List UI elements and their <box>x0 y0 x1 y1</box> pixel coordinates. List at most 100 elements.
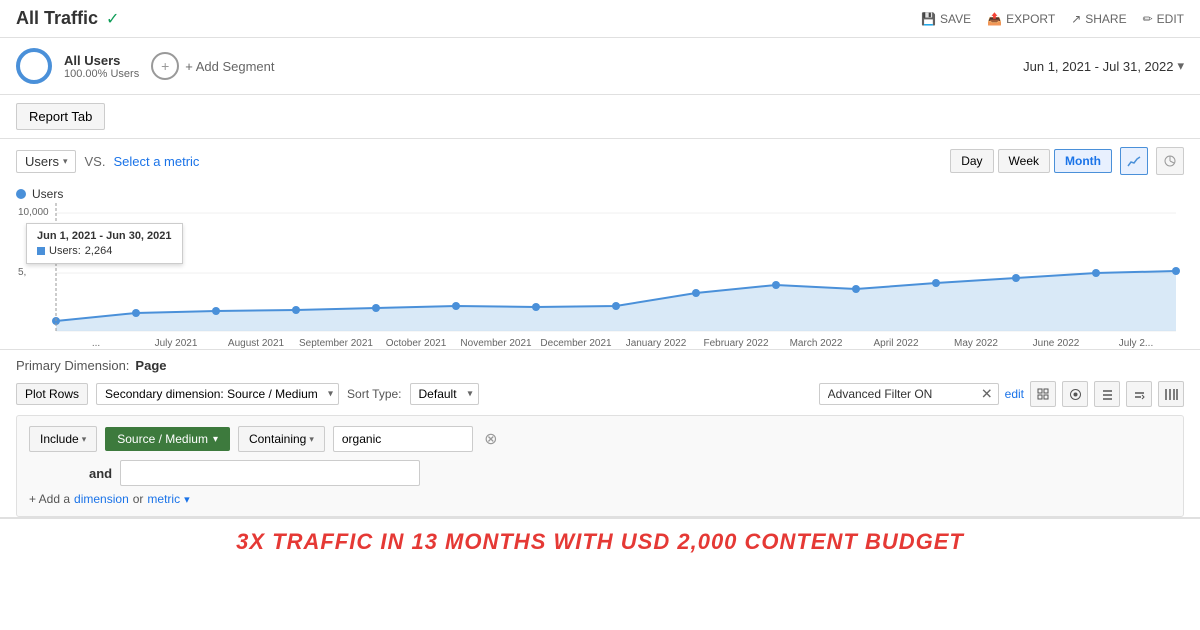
chart-container: Jun 1, 2021 - Jun 30, 2021 Users: 2,264 … <box>16 203 1184 349</box>
tooltip-item: Users: 2,264 <box>37 245 172 257</box>
x-label-0: ... <box>56 338 136 349</box>
filter-area: ✕ edit <box>819 381 1184 407</box>
filter-value-input[interactable] <box>333 426 473 452</box>
sort-select-wrapper: Default <box>410 383 479 405</box>
line-chart-icon <box>1127 154 1141 168</box>
legend-dot <box>16 189 26 199</box>
select-metric-link[interactable]: Select a metric <box>113 154 199 169</box>
table-view-sort-button[interactable] <box>1126 381 1152 407</box>
filter-remove-button[interactable]: ⊗ <box>481 429 501 449</box>
x-label-9: March 2022 <box>776 338 856 349</box>
dimension-label: Source / Medium <box>117 432 208 446</box>
and-label: and <box>89 466 112 481</box>
dimension-dropdown-icon: ▾ <box>213 434 218 445</box>
export-button[interactable]: 📤 EXPORT <box>987 12 1055 26</box>
sort-icon <box>1133 388 1146 401</box>
verified-icon: ✓ <box>106 9 119 29</box>
share-icon: ↗ <box>1071 12 1081 26</box>
table-controls-left: Plot Rows Secondary dimension: Source / … <box>16 383 479 405</box>
header-left: All Traffic ✓ <box>16 8 119 29</box>
legend-label: Users <box>32 187 63 201</box>
x-label-11: May 2022 <box>936 338 1016 349</box>
filter-input-wrapper: ✕ <box>819 383 999 405</box>
chart-svg: 10,000 5, <box>16 203 1184 333</box>
grid-icon <box>1037 388 1050 401</box>
date-range-picker[interactable]: Jun 1, 2021 - Jul 31, 2022 ▾ <box>1023 58 1184 74</box>
table-view-list-button[interactable] <box>1094 381 1120 407</box>
segment-left: All Users 100.00% Users + + Add Segment <box>16 48 274 84</box>
chart-legend: Users <box>16 183 1184 203</box>
x-label-2: August 2021 <box>216 338 296 349</box>
chart-area: Users Jun 1, 2021 - Jun 30, 2021 Users: … <box>0 183 1200 349</box>
week-button[interactable]: Week <box>998 149 1050 173</box>
condition-label: Containing <box>249 432 306 446</box>
columns-icon <box>1165 388 1178 401</box>
vs-label: VS. <box>84 154 105 169</box>
header-right: 💾 SAVE 📤 EXPORT ↗ SHARE ✏ EDIT <box>921 12 1184 26</box>
tooltip-value: 2,264 <box>85 245 113 257</box>
segment-percentage: 100.00% Users <box>64 68 139 80</box>
metric-label: Users <box>25 154 59 169</box>
report-tab-button[interactable]: Report Tab <box>16 103 105 130</box>
add-segment-icon: + <box>151 52 179 80</box>
include-button[interactable]: Include ▾ <box>29 426 97 452</box>
metric-dropdown[interactable]: Users ▾ <box>16 150 76 173</box>
page-title: All Traffic <box>16 8 98 29</box>
and-input[interactable] <box>120 460 420 486</box>
export-icon: 📤 <box>987 12 1002 26</box>
sort-type-label: Sort Type: <box>347 387 401 401</box>
share-button[interactable]: ↗ SHARE <box>1071 12 1126 26</box>
x-label-7: January 2022 <box>616 338 696 349</box>
condition-dropdown-icon: ▾ <box>309 434 314 445</box>
x-label-4: October 2021 <box>376 338 456 349</box>
metric-selector: Users ▾ VS. Select a metric <box>16 150 199 173</box>
month-button[interactable]: Month <box>1054 149 1112 173</box>
x-label-8: February 2022 <box>696 338 776 349</box>
filter-clear-button[interactable]: ✕ <box>981 386 993 403</box>
list-icon <box>1101 388 1114 401</box>
save-icon: 💾 <box>921 12 936 26</box>
condition-button[interactable]: Containing ▾ <box>238 426 325 452</box>
chart-controls: Users ▾ VS. Select a metric Day Week Mon… <box>0 139 1200 183</box>
filter-edit-link[interactable]: edit <box>1005 387 1024 401</box>
sort-type-select[interactable]: Default <box>410 383 479 405</box>
add-metric-link[interactable]: metric <box>147 492 180 506</box>
advanced-filter-section: Include ▾ Source / Medium ▾ Containing ▾… <box>16 415 1184 517</box>
segment-bar: All Users 100.00% Users + + Add Segment … <box>0 38 1200 95</box>
add-segment-button[interactable]: + + Add Segment <box>151 52 274 80</box>
add-dim-or: or <box>133 492 144 506</box>
table-view-circle-button[interactable] <box>1062 381 1088 407</box>
dimension-button[interactable]: Source / Medium ▾ <box>105 427 230 451</box>
add-dimension-link[interactable]: dimension <box>74 492 129 506</box>
x-label-6: December 2021 <box>536 338 616 349</box>
pie-chart-button[interactable] <box>1156 147 1184 175</box>
edit-button[interactable]: ✏ EDIT <box>1143 12 1184 26</box>
x-label-5: November 2021 <box>456 338 536 349</box>
tooltip-title: Jun 1, 2021 - Jun 30, 2021 <box>37 230 172 242</box>
primary-dim-label: Primary Dimension: <box>16 358 129 373</box>
add-dim-prefix: + Add a <box>29 492 70 506</box>
secondary-dim-select[interactable]: Secondary dimension: Source / Medium <box>96 383 339 405</box>
x-label-3: September 2021 <box>296 338 376 349</box>
x-label-13: July 2... <box>1096 338 1176 349</box>
add-dimension-row: + Add a dimension or metric ▾ <box>29 488 1171 506</box>
table-view-columns-button[interactable] <box>1158 381 1184 407</box>
and-row: and <box>29 458 1171 488</box>
primary-dim-value[interactable]: Page <box>135 358 166 373</box>
filter-row: Include ▾ Source / Medium ▾ Containing ▾… <box>29 426 1171 452</box>
x-label-10: April 2022 <box>856 338 936 349</box>
svg-text:5,: 5, <box>18 267 26 278</box>
x-label-12: June 2022 <box>1016 338 1096 349</box>
day-button[interactable]: Day <box>950 149 993 173</box>
table-view-grid-button[interactable] <box>1030 381 1056 407</box>
svg-text:10,000: 10,000 <box>18 207 49 218</box>
advanced-filter-input[interactable] <box>819 383 999 405</box>
bottom-banner: 3X TRAFFIC IN 13 MONTHS WITH USD 2,000 C… <box>0 517 1200 565</box>
report-tab-bar: Report Tab <box>0 95 1200 139</box>
pie-chart-icon <box>1163 154 1177 168</box>
line-chart-button[interactable] <box>1120 147 1148 175</box>
plot-rows-button[interactable]: Plot Rows <box>16 383 88 405</box>
save-button[interactable]: 💾 SAVE <box>921 12 971 26</box>
page-header: All Traffic ✓ 💾 SAVE 📤 EXPORT ↗ SHARE ✏ … <box>0 0 1200 38</box>
metric-dropdown-icon: ▾ <box>63 156 68 167</box>
